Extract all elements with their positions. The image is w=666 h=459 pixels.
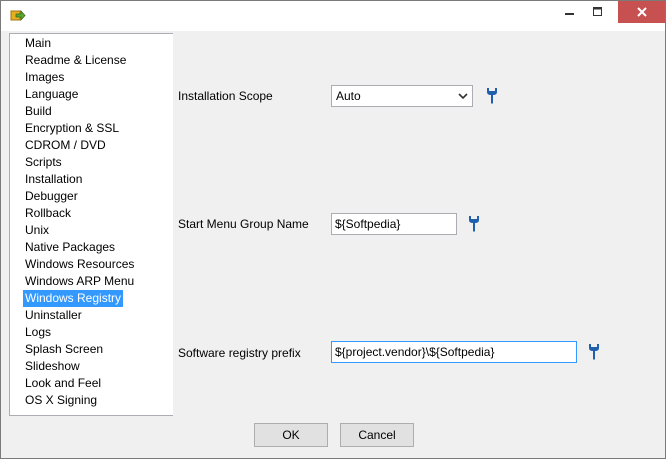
sidebar-item[interactable]: Readme & License bbox=[23, 52, 128, 69]
installation-scope-label: Installation Scope bbox=[178, 89, 273, 103]
sidebar-item[interactable]: Language bbox=[23, 86, 80, 103]
wrench-icon[interactable] bbox=[466, 215, 482, 233]
sidebar-item[interactable]: Splash Screen bbox=[23, 341, 105, 358]
cancel-button[interactable]: Cancel bbox=[340, 423, 414, 447]
close-button[interactable] bbox=[618, 1, 665, 23]
sidebar-item[interactable]: Windows Registry bbox=[23, 290, 124, 307]
ok-button[interactable]: OK bbox=[254, 423, 328, 447]
installation-scope-value: Auto bbox=[336, 89, 361, 103]
wrench-icon[interactable] bbox=[484, 87, 500, 105]
minimize-button[interactable] bbox=[556, 1, 584, 23]
start-menu-group-input[interactable]: ${Softpedia} bbox=[331, 213, 457, 235]
sidebar-item[interactable]: CDROM / DVD bbox=[23, 137, 108, 154]
sidebar-item[interactable]: Unix bbox=[23, 222, 51, 239]
sidebar-item[interactable]: Logs bbox=[23, 324, 53, 341]
registry-prefix-label: Software registry prefix bbox=[178, 346, 301, 360]
sidebar-item[interactable]: Images bbox=[23, 69, 66, 86]
maximize-button[interactable] bbox=[584, 1, 612, 23]
sidebar-item[interactable]: Rollback bbox=[23, 205, 73, 222]
installation-scope-select[interactable]: Auto bbox=[331, 85, 473, 107]
sections-list: Main Readme & License Images Language Build E… bbox=[9, 33, 173, 416]
sidebar-item[interactable]: Main bbox=[23, 35, 53, 52]
sidebar-item[interactable]: Debugger bbox=[23, 188, 80, 205]
sidebar-item[interactable]: Slideshow bbox=[23, 358, 82, 375]
sidebar-item[interactable]: Native Packages bbox=[23, 239, 117, 256]
registry-prefix-input[interactable]: ${project.vendor}\${Softpedia} bbox=[331, 341, 577, 363]
sidebar-item[interactable]: Windows Resources bbox=[23, 256, 136, 273]
minimize-icon bbox=[565, 13, 574, 15]
sidebar-item[interactable]: Build bbox=[23, 103, 54, 120]
close-icon bbox=[636, 7, 647, 17]
sidebar-item[interactable]: OS X Signing bbox=[23, 392, 99, 409]
sidebar-item[interactable]: Scripts bbox=[23, 154, 64, 171]
arrow-app-icon bbox=[10, 8, 26, 24]
chevron-down-icon bbox=[458, 93, 468, 100]
sidebar-item[interactable]: Uninstaller bbox=[23, 307, 84, 324]
sidebar-item[interactable]: Encryption & SSL bbox=[23, 120, 121, 137]
wrench-icon[interactable] bbox=[586, 343, 602, 361]
sidebar-item[interactable]: Windows ARP Menu bbox=[23, 273, 136, 290]
maximize-icon bbox=[593, 7, 602, 16]
app-window: Main Readme & License Images Language Build E… bbox=[0, 0, 666, 459]
sidebar-item[interactable]: Installation bbox=[23, 171, 84, 188]
sidebar-item[interactable]: Look and Feel bbox=[23, 375, 103, 392]
start-menu-group-label: Start Menu Group Name bbox=[178, 217, 309, 231]
title-bar bbox=[1, 1, 665, 31]
